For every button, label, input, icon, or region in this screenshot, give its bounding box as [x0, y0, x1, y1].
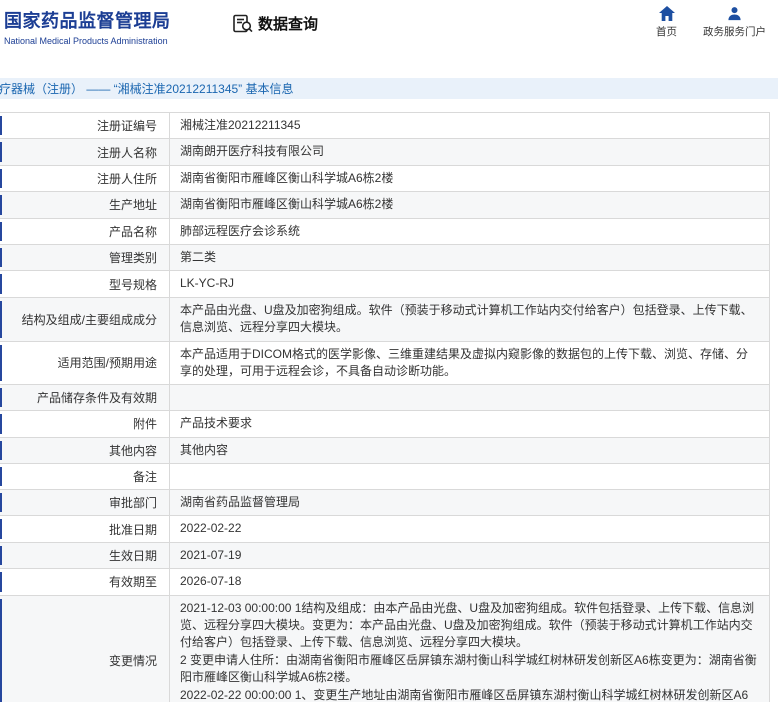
- row-label: 生产地址: [0, 192, 170, 218]
- site-header: 国家药品监督管理局 National Medical Products Admi…: [0, 0, 778, 58]
- row-label: 有效期至: [0, 569, 170, 595]
- nav-home[interactable]: 首页: [656, 6, 677, 39]
- top-nav: 首页 政务服务门户: [656, 6, 766, 39]
- row-value: 湖南省药品监督管理局: [170, 490, 770, 516]
- row-value: 湖南朗开医疗科技有限公司: [170, 139, 770, 165]
- table-row: 批准日期 2022-02-22: [0, 516, 770, 543]
- row-label: 产品储存条件及有效期: [0, 385, 170, 411]
- row-label: 生效日期: [0, 542, 170, 569]
- site-title: 国家药品监督管理局: [4, 11, 171, 31]
- row-label: 批准日期: [0, 516, 170, 542]
- table-row: 注册人住所 湖南省衡阳市雁峰区衡山科学城A6栋2楼: [0, 165, 770, 193]
- row-label: 变更情况: [0, 595, 170, 702]
- nav-portal-label: 政务服务门户: [703, 26, 766, 38]
- data-query-icon: [233, 14, 253, 33]
- table-row: 审批部门 湖南省药品监督管理局: [0, 490, 770, 517]
- nav-portal[interactable]: 政务服务门户: [703, 6, 766, 39]
- table-row: 附件 产品技术要求: [0, 411, 770, 438]
- row-label: 其他内容: [0, 437, 170, 464]
- row-label: 审批部门: [0, 490, 170, 516]
- row-value: 第二类: [170, 244, 770, 271]
- row-value: 2022-02-22: [170, 516, 770, 542]
- row-value: [170, 385, 770, 411]
- row-value: 肺部远程医疗会诊系统: [170, 218, 770, 244]
- table-row: 型号规格 LK-YC-RJ: [0, 271, 770, 298]
- table-row: 产品储存条件及有效期: [0, 385, 770, 412]
- user-icon: [727, 6, 742, 21]
- row-label: 适用范围/预期用途: [0, 341, 170, 385]
- row-value: 湘械注准20212211345: [170, 113, 770, 139]
- row-label: 产品名称: [0, 218, 170, 244]
- table-row: 备注: [0, 464, 770, 491]
- table-row: 管理类别 第二类: [0, 244, 770, 272]
- row-label: 备注: [0, 464, 170, 490]
- row-label: 注册证编号: [0, 113, 170, 139]
- data-query-heading: 数据查询: [233, 13, 318, 34]
- row-value: 湖南省衡阳市雁峰区衡山科学城A6栋2楼: [170, 192, 770, 218]
- row-value: LK-YC-RJ: [170, 271, 770, 297]
- table-row: 注册证编号 湘械注准20212211345: [0, 113, 770, 140]
- row-value: 产品技术要求: [170, 411, 770, 437]
- info-table: 注册证编号 湘械注准20212211345 注册人名称 湖南朗开医疗科技有限公司 注册人…: [0, 112, 770, 702]
- row-value: [170, 464, 770, 490]
- data-query-label: 数据查询: [258, 16, 319, 33]
- site-subtitle: National Medical Products Administration: [4, 36, 168, 46]
- breadcrumb: 医疗器械（注册） —— “湘械注准20212211345” 基本信息: [0, 78, 778, 99]
- row-value: 2026-07-18: [170, 569, 770, 595]
- table-row: 结构及组成/主要组成成分 本产品由光盘、U盘及加密狗组成。软件（预装于移动式计算机…: [0, 297, 770, 342]
- row-value: 本产品适用于DICOM格式的医学影像、三维重建结果及虚拟内窥影像的数据包的上传下…: [170, 341, 770, 385]
- row-value: 2021-12-03 00:00:00 1结构及组成：由本产品由光盘、U盘及加密…: [170, 595, 770, 702]
- site-brand: 国家药品监督管理局 National Medical Products Admi…: [4, 7, 171, 46]
- table-row: 其他内容 其他内容: [0, 437, 770, 465]
- row-label: 型号规格: [0, 271, 170, 297]
- table-row: 生效日期 2021-07-19: [0, 542, 770, 570]
- table-row: 适用范围/预期用途 本产品适用于DICOM格式的医学影像、三维重建结果及虚拟内窥影…: [0, 341, 770, 386]
- breadcrumb-text: 医疗器械（注册） —— “湘械注准20212211345” 基本信息: [0, 82, 294, 96]
- page: 国家药品监督管理局 National Medical Products Admi…: [0, 0, 778, 702]
- nav-home-label: 首页: [656, 26, 677, 38]
- table-row: 注册人名称 湖南朗开医疗科技有限公司: [0, 139, 770, 166]
- table-row: 有效期至 2026-07-18: [0, 569, 770, 596]
- row-label: 管理类别: [0, 244, 170, 271]
- home-icon: [658, 6, 675, 21]
- table-row: 变更情况 2021-12-03 00:00:00 1结构及组成：由本产品由光盘、U…: [0, 595, 770, 702]
- row-label: 注册人名称: [0, 139, 170, 165]
- table-row: 产品名称 肺部远程医疗会诊系统: [0, 218, 770, 245]
- row-value: 其他内容: [170, 437, 770, 464]
- row-label: 注册人住所: [0, 165, 170, 192]
- row-value: 2021-07-19: [170, 542, 770, 569]
- row-label: 附件: [0, 411, 170, 437]
- table-row: 生产地址 湖南省衡阳市雁峰区衡山科学城A6栋2楼: [0, 192, 770, 219]
- row-label: 结构及组成/主要组成成分: [0, 297, 170, 341]
- row-value: 本产品由光盘、U盘及加密狗组成。软件（预装于移动式计算机工作站内交付给客户）包括…: [170, 297, 770, 341]
- row-value: 湖南省衡阳市雁峰区衡山科学城A6栋2楼: [170, 165, 770, 192]
